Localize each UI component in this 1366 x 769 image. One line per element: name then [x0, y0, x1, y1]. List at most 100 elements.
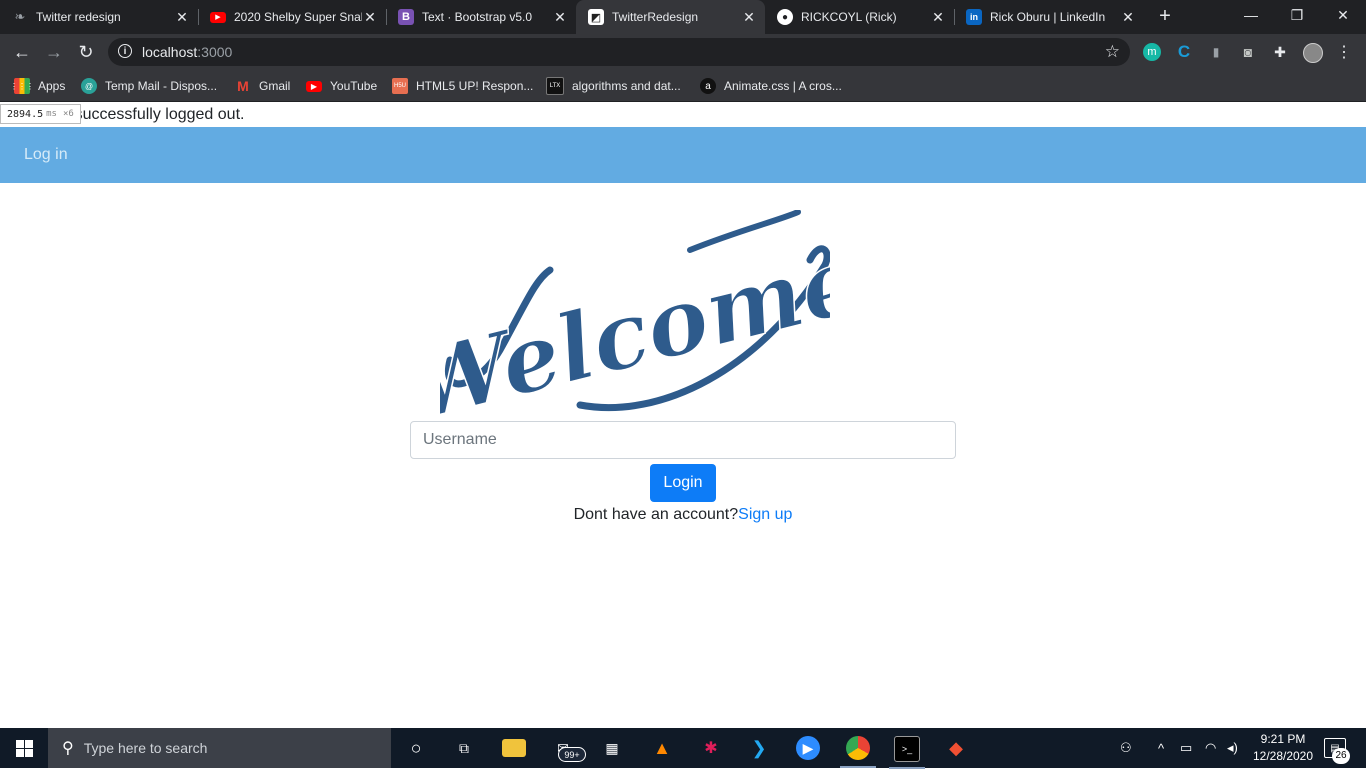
vlc-icon[interactable]: ▲ [650, 736, 674, 760]
git-icon[interactable]: ◆ [944, 736, 968, 760]
wifi-icon[interactable]: ◠ [1205, 728, 1216, 768]
gmail-icon: M [237, 78, 249, 94]
welcome-logo: Welcome [440, 210, 830, 420]
taskbar-clock[interactable]: 9:21 PM 12/28/2020 [1248, 731, 1318, 765]
tab-linkedin[interactable]: in Rick Oburu | LinkedIn ✕ [954, 0, 1144, 34]
bookmark-apps[interactable]: ⋮⋮⋮ Apps [10, 76, 65, 96]
store-icon[interactable]: ▦ [600, 736, 624, 760]
ltx-icon: LTX [546, 77, 564, 95]
volume-icon[interactable]: ◂) [1227, 728, 1238, 768]
close-tab-icon[interactable]: ✕ [362, 9, 378, 26]
menu-kebab-icon[interactable]: ⋮ [1335, 43, 1353, 61]
back-arrow-icon[interactable]: ← [10, 40, 34, 64]
extension-m-icon[interactable]: m [1143, 43, 1161, 61]
perf-unit: ms [46, 109, 57, 119]
feather-icon: ❧ [14, 9, 26, 24]
tab-title: 2020 Shelby Super Snake [234, 10, 362, 24]
restore-button[interactable]: ❐ [1274, 0, 1320, 30]
search-icon: ⚲ [62, 740, 74, 757]
address-bar[interactable]: i localhost:3000 ☆ [108, 38, 1130, 66]
perf-value: 2894.5 [7, 108, 44, 120]
info-icon[interactable]: i [118, 44, 132, 58]
task-view-icon[interactable]: ⧉ [452, 736, 476, 760]
terminal-icon[interactable]: >_ [889, 736, 925, 769]
browser-toolbar: ← → ↻ i localhost:3000 ☆ m C ▮ ◙ ✚ ⋮ [0, 34, 1366, 70]
clock-time: 9:21 PM [1260, 732, 1306, 746]
tab-title: TwitterRedesign [612, 10, 699, 24]
close-tab-icon[interactable]: ✕ [930, 9, 946, 26]
username-input[interactable] [410, 421, 956, 459]
tab-twitterredesign-active[interactable]: ◩ TwitterRedesign ✕ [576, 0, 765, 34]
minimize-button[interactable]: ― [1228, 0, 1274, 30]
navbar-brand[interactable]: Log in [24, 146, 68, 164]
perf-count: ×6 [62, 109, 74, 119]
close-tab-icon[interactable]: ✕ [741, 9, 757, 26]
signup-prompt: Dont have an account? [573, 506, 739, 523]
tab-shelby[interactable]: ▶ 2020 Shelby Super Snake ✕ [198, 0, 386, 34]
signup-link[interactable]: Sign up [738, 506, 792, 523]
apps-grid-icon: ⋮⋮⋮ [10, 78, 34, 94]
file-explorer-icon[interactable] [502, 739, 526, 757]
close-window-button[interactable]: ✕ [1320, 0, 1366, 30]
login-button[interactable]: Login [650, 464, 716, 502]
bookmark-algorithms[interactable]: LTX algorithms and dat... [546, 76, 681, 96]
extension-c-icon[interactable]: C [1175, 42, 1193, 61]
bookmark-gmail[interactable]: M Gmail [235, 76, 290, 96]
vscode-icon[interactable]: ❯ [747, 736, 771, 760]
youtube-icon: ▶ [210, 11, 226, 23]
taskbar-search[interactable]: ⚲ Type here to search [48, 728, 391, 768]
logo-text: Welcome [440, 225, 830, 420]
tab-title: Twitter redesign [36, 10, 121, 24]
tab-title: Rick Oburu | LinkedIn [990, 10, 1106, 24]
windows-taskbar: ⚲ Type here to search ○ ⧉ ✉ 99+ ▦ ▲ ✱ ❯ … [0, 728, 1366, 769]
new-tab-button[interactable]: + [1155, 6, 1175, 26]
url-text[interactable]: localhost:3000 [142, 44, 232, 60]
battery-icon[interactable]: ▭ [1180, 728, 1192, 768]
navbar: Log in [0, 127, 1366, 183]
tab-github[interactable]: ● RICKCOYL (Rick) ✕ [765, 0, 954, 34]
windows-logo-icon [15, 739, 33, 757]
app-icon: ◩ [588, 9, 604, 25]
reload-icon[interactable]: ↻ [74, 40, 98, 64]
close-tab-icon[interactable]: ✕ [174, 9, 190, 26]
youtube-icon: ▶ [306, 80, 322, 92]
page-content: You have successfully logged out. 2894.5… [0, 102, 1366, 728]
close-tab-icon[interactable]: ✕ [552, 9, 568, 26]
tab-title: Text · Bootstrap v5.0 [422, 10, 533, 24]
tab-bootstrap[interactable]: B Text · Bootstrap v5.0 ✕ [386, 0, 576, 34]
tempmail-icon: @ [81, 78, 97, 94]
linkedin-icon: in [966, 9, 982, 25]
github-icon: ● [777, 9, 793, 25]
bookmark-html5up[interactable]: H5U HTML5 UP! Respon... [392, 76, 533, 96]
cortana-icon[interactable]: ○ [404, 736, 428, 760]
search-placeholder: Type here to search [83, 740, 208, 756]
bookmark-animate[interactable]: a Animate.css | A cros... [700, 76, 842, 96]
bookmark-tempmail[interactable]: @ Temp Mail - Dispos... [81, 76, 217, 96]
tab-twitter-redesign[interactable]: ❧ Twitter redesign ✕ [0, 0, 198, 34]
close-tab-icon[interactable]: ✕ [1120, 9, 1136, 26]
start-button[interactable] [0, 728, 48, 768]
html5up-icon: H5U [392, 78, 408, 94]
mail-badge: 99+ [558, 747, 586, 762]
animate-icon: a [700, 78, 716, 94]
extensions-puzzle-icon[interactable]: ✚ [1271, 43, 1289, 61]
notification-count: 26 [1332, 748, 1350, 764]
signup-row: Dont have an account?Sign up [0, 506, 1366, 524]
tab-title: RICKCOYL (Rick) [801, 10, 897, 24]
bootstrap-icon: B [398, 9, 414, 25]
bookmarks-bar: ⋮⋮⋮ Apps @ Temp Mail - Dispos... M Gmail… [0, 70, 1366, 102]
forward-arrow-icon[interactable]: → [42, 40, 66, 64]
chevron-up-icon[interactable]: ^ [1158, 728, 1164, 768]
people-icon[interactable]: ⚇ [1120, 728, 1132, 768]
browser-tab-strip: ❧ Twitter redesign ✕ ▶ 2020 Shelby Super… [0, 0, 1366, 34]
clock-date: 12/28/2020 [1252, 749, 1314, 763]
extension-bulb-icon[interactable]: ▮ [1207, 43, 1225, 61]
camera-icon[interactable]: ◙ [1239, 43, 1257, 61]
zoom-icon[interactable]: ▶ [796, 736, 820, 760]
bookmark-star-icon[interactable]: ☆ [1105, 42, 1120, 62]
perf-overlay: 2894.5 ms ×6 [0, 104, 81, 124]
profile-avatar[interactable] [1303, 43, 1323, 63]
bookmark-youtube[interactable]: ▶ YouTube [306, 76, 377, 96]
chrome-icon[interactable] [840, 736, 876, 768]
slack-icon[interactable]: ✱ [699, 736, 723, 760]
